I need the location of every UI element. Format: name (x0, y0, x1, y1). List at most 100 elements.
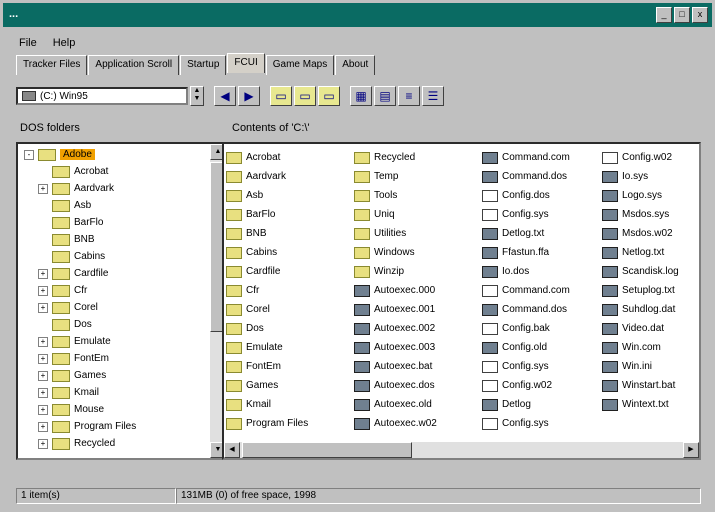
expand-toggle-icon[interactable]: + (38, 353, 48, 364)
folder-tree-pane[interactable]: - Adobe Acrobat + Aardvark Asb BarFlo BNB Cabins… (16, 142, 228, 460)
expand-toggle-icon[interactable]: + (38, 421, 48, 432)
file-item[interactable]: Autoexec.w02 (354, 414, 482, 433)
small-icons-icon[interactable]: ▤ (374, 86, 396, 106)
tree-item[interactable]: BarFlo (18, 214, 206, 231)
file-item[interactable]: FontEm (226, 357, 354, 376)
file-item[interactable]: Uniq (354, 205, 482, 224)
tree-item[interactable]: + Aardvark (18, 180, 206, 197)
file-item[interactable]: Cardfile (226, 262, 354, 281)
new-folder-icon[interactable]: ▭ (270, 86, 292, 106)
menu-file[interactable]: File (16, 36, 40, 50)
expand-toggle-icon[interactable]: + (38, 336, 48, 347)
file-item[interactable]: BNB (226, 224, 354, 243)
expand-toggle-icon[interactable]: + (38, 387, 48, 398)
file-item[interactable]: Video.dat (602, 319, 699, 338)
file-item[interactable]: Autoexec.002 (354, 319, 482, 338)
h-scroll-thumb[interactable] (242, 442, 412, 458)
file-item[interactable]: Io.dos (482, 262, 602, 281)
tree-item[interactable]: Acrobat (18, 163, 206, 180)
file-item[interactable]: Config.sys (482, 414, 602, 433)
tree-item[interactable]: + Recycled (18, 435, 206, 452)
scroll-left-button[interactable]: ◀ (224, 442, 240, 458)
tab-startup[interactable]: Startup (180, 55, 227, 75)
file-item[interactable]: Autoexec.bat (354, 357, 482, 376)
file-item[interactable]: Detlog.txt (482, 224, 602, 243)
file-item[interactable]: Corel (226, 300, 354, 319)
list-view-icon[interactable]: ≡ (398, 86, 420, 106)
file-item[interactable]: Command.com (482, 148, 602, 167)
file-item[interactable]: Win.com (602, 338, 699, 357)
forward-button[interactable]: ▶ (238, 86, 260, 106)
tree-item[interactable]: + Mouse (18, 401, 206, 418)
copy-icon[interactable]: ▭ (294, 86, 316, 106)
file-item[interactable]: Temp (354, 167, 482, 186)
file-item[interactable]: Msdos.sys (602, 205, 699, 224)
file-item[interactable]: Autoexec.old (354, 395, 482, 414)
expand-toggle-icon[interactable]: + (38, 404, 48, 415)
file-item[interactable]: Config.w02 (602, 148, 699, 167)
file-item[interactable]: Io.sys (602, 167, 699, 186)
file-item[interactable]: Tools (354, 186, 482, 205)
file-item[interactable]: Cfr (226, 281, 354, 300)
minimize-button[interactable]: _ (656, 7, 672, 23)
expand-toggle-icon[interactable]: + (38, 285, 48, 296)
tree-item[interactable]: BNB (18, 231, 206, 248)
tree-item[interactable]: Dos (18, 316, 206, 333)
tree-item[interactable]: Cabins (18, 248, 206, 265)
expand-toggle-icon[interactable]: - (24, 149, 34, 160)
file-item[interactable]: BarFlo (226, 205, 354, 224)
expand-toggle-icon[interactable]: + (38, 268, 48, 279)
tree-item[interactable]: + FontEm (18, 350, 206, 367)
files-horizontal-scrollbar[interactable]: ◀ ▶ (224, 442, 699, 458)
file-item[interactable]: Command.dos (482, 167, 602, 186)
large-icons-icon[interactable]: ▦ (350, 86, 372, 106)
file-item[interactable]: Windows (354, 243, 482, 262)
file-item[interactable]: Program Files (226, 414, 354, 433)
paste-icon[interactable]: ▭ (318, 86, 340, 106)
file-item[interactable]: Emulate (226, 338, 354, 357)
file-item[interactable]: Recycled (354, 148, 482, 167)
file-item[interactable]: Autoexec.000 (354, 281, 482, 300)
tree-item[interactable]: + Cardfile (18, 265, 206, 282)
file-item[interactable]: Utilities (354, 224, 482, 243)
file-item[interactable]: Asb (226, 186, 354, 205)
drive-spinner[interactable]: ▲ ▼ (190, 86, 204, 106)
maximize-button[interactable]: □ (674, 7, 690, 23)
file-item[interactable]: Command.dos (482, 300, 602, 319)
menu-help[interactable]: Help (50, 36, 79, 50)
file-item[interactable]: Cabins (226, 243, 354, 262)
file-item[interactable]: Kmail (226, 395, 354, 414)
expand-toggle-icon[interactable]: + (38, 183, 48, 194)
file-item[interactable]: Ffastun.ffa (482, 243, 602, 262)
tab-application-scroll[interactable]: Application Scroll (88, 55, 180, 75)
file-item[interactable]: Setuplog.txt (602, 281, 699, 300)
file-item[interactable]: Config.bak (482, 319, 602, 338)
file-list-pane[interactable]: Acrobat Aardvark Asb BarFlo BNB Cabins Cardfil… (222, 142, 701, 460)
file-item[interactable]: Wintext.txt (602, 395, 699, 414)
title-bar[interactable]: ... _ □ x (3, 3, 712, 27)
file-item[interactable]: Dos (226, 319, 354, 338)
file-item[interactable]: Logo.sys (602, 186, 699, 205)
expand-toggle-icon[interactable]: + (38, 302, 48, 313)
file-item[interactable]: Config.w02 (482, 376, 602, 395)
details-view-icon[interactable]: ☰ (422, 86, 444, 106)
file-item[interactable]: Autoexec.dos (354, 376, 482, 395)
tab-game-maps[interactable]: Game Maps (265, 55, 335, 75)
file-item[interactable]: Suhdlog.dat (602, 300, 699, 319)
file-item[interactable]: Winstart.bat (602, 376, 699, 395)
tree-item[interactable]: + Games (18, 367, 206, 384)
drive-select[interactable]: (C:) Win95 (16, 87, 188, 105)
tree-item[interactable]: Asb (18, 197, 206, 214)
expand-toggle-icon[interactable]: + (38, 370, 48, 381)
file-item[interactable]: Netlog.txt (602, 243, 699, 262)
file-item[interactable]: Win.ini (602, 357, 699, 376)
file-item[interactable]: Config.dos (482, 186, 602, 205)
file-item[interactable]: Autoexec.003 (354, 338, 482, 357)
file-item[interactable]: Winzip (354, 262, 482, 281)
file-item[interactable]: Autoexec.001 (354, 300, 482, 319)
file-item[interactable]: Detlog (482, 395, 602, 414)
expand-toggle-icon[interactable]: + (38, 438, 48, 449)
scroll-right-button[interactable]: ▶ (683, 442, 699, 458)
tree-item[interactable]: + Kmail (18, 384, 206, 401)
file-item[interactable]: Acrobat (226, 148, 354, 167)
